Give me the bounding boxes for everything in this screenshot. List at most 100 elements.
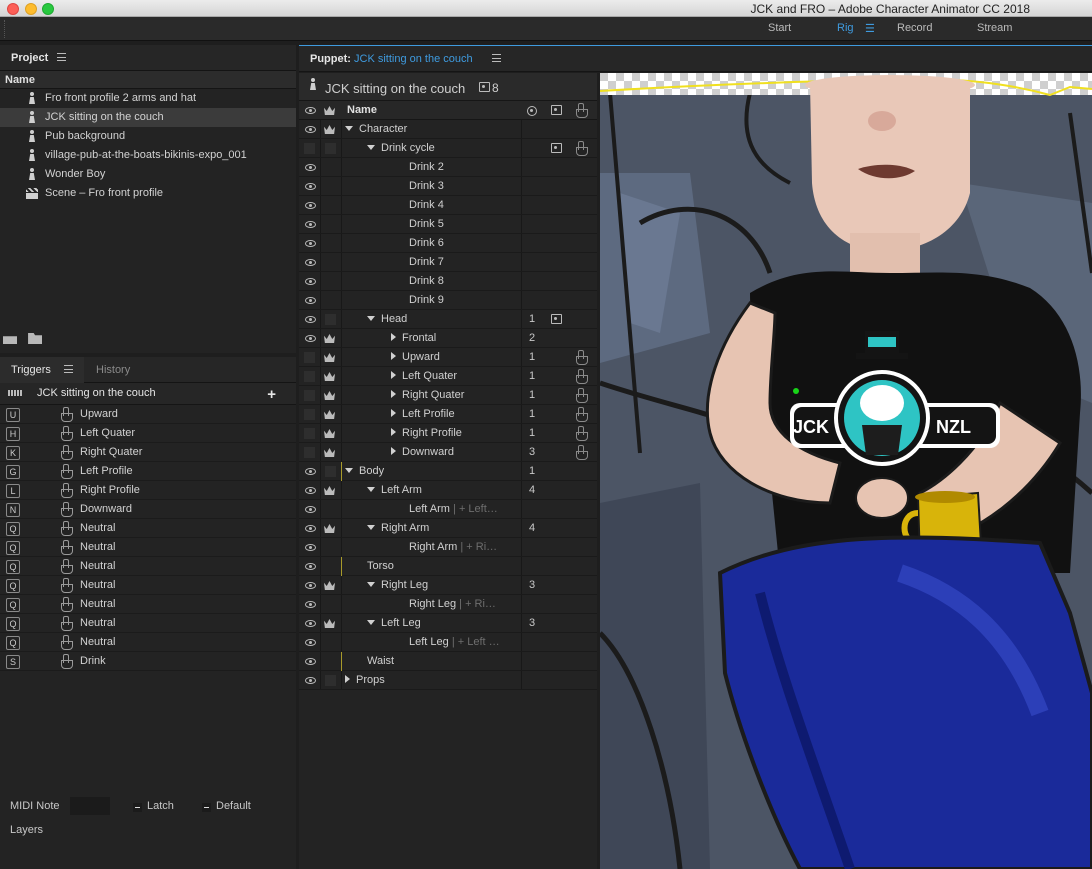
project-item[interactable]: Pub background (0, 127, 296, 146)
layer-row[interactable]: Drink 5 (299, 215, 597, 234)
eye-icon[interactable] (305, 240, 316, 247)
visibility-toggle[interactable] (304, 447, 315, 458)
visibility-toggle[interactable] (304, 143, 315, 154)
name-column-header[interactable]: Name (347, 104, 377, 116)
collapse-arrow-icon[interactable] (367, 316, 375, 321)
puppet-panel-menu-icon[interactable] (492, 54, 501, 62)
latch-checkbox[interactable] (133, 803, 142, 812)
eye-icon[interactable] (305, 487, 316, 494)
layer-row[interactable]: Drink 8 (299, 272, 597, 291)
crown-icon[interactable] (324, 410, 335, 419)
workspace-rig[interactable]: Rig (837, 22, 854, 34)
expand-arrow-icon[interactable] (391, 447, 396, 455)
trigger-key[interactable]: Q (6, 541, 20, 555)
trigger-key[interactable]: Q (6, 636, 20, 650)
eye-column-icon[interactable] (305, 107, 316, 114)
collapse-arrow-icon[interactable] (367, 487, 375, 492)
visibility-toggle[interactable] (304, 352, 315, 363)
layer-row[interactable]: Drink cycle (299, 139, 597, 158)
midi-note-input[interactable] (70, 797, 110, 815)
layer-row[interactable]: Frontal 2 (299, 329, 597, 348)
layer-row[interactable]: Left Leg 3 (299, 614, 597, 633)
eye-icon[interactable] (305, 620, 316, 627)
expand-arrow-icon[interactable] (391, 333, 396, 341)
trigger-row[interactable]: Q Neutral (0, 519, 296, 538)
trigger-key[interactable]: Q (6, 579, 20, 593)
trigger-row[interactable]: Q Neutral (0, 595, 296, 614)
layer-row[interactable]: Right Leg 3 (299, 576, 597, 595)
layer-row[interactable]: Character (299, 120, 597, 139)
layer-row[interactable]: Left Arm 4 (299, 481, 597, 500)
layer-row[interactable]: Left Quater 1 (299, 367, 597, 386)
trigger-hand-icon[interactable] (575, 426, 588, 441)
eye-icon[interactable] (305, 202, 316, 209)
crown-icon[interactable] (324, 486, 335, 495)
layer-row[interactable]: Drink 2 (299, 158, 597, 177)
eye-icon[interactable] (305, 658, 316, 665)
eye-icon[interactable] (305, 468, 316, 475)
visibility-toggle[interactable] (304, 409, 315, 420)
new-folder-icon[interactable] (28, 333, 43, 344)
independence-toggle[interactable] (325, 314, 336, 325)
layer-row[interactable]: Downward 3 (299, 443, 597, 462)
eye-icon[interactable] (305, 278, 316, 285)
expand-arrow-icon[interactable] (391, 390, 396, 398)
collapse-arrow-icon[interactable] (345, 126, 353, 131)
workspace-start[interactable]: Start (768, 22, 791, 34)
collapse-arrow-icon[interactable] (367, 620, 375, 625)
project-item[interactable]: village-pub-at-the-boats-bikinis-expo_00… (0, 146, 296, 165)
camera-icon[interactable] (551, 143, 562, 153)
workspace-record[interactable]: Record (897, 22, 932, 34)
trigger-hand-icon[interactable] (575, 350, 588, 365)
camera-column-icon[interactable] (551, 105, 562, 115)
eye-icon[interactable] (305, 335, 316, 342)
trigger-hand-icon[interactable] (575, 388, 588, 403)
crown-icon[interactable] (324, 353, 335, 362)
layer-row[interactable]: Torso (299, 557, 597, 576)
project-item[interactable]: Scene – Fro front profile (0, 184, 296, 203)
toolbar-grip[interactable] (4, 20, 7, 38)
crown-icon[interactable] (324, 125, 335, 134)
crown-column-icon[interactable] (324, 106, 335, 115)
crown-icon[interactable] (324, 581, 335, 590)
trigger-key[interactable]: N (6, 503, 20, 517)
trigger-hand-icon[interactable] (575, 445, 588, 460)
crown-icon[interactable] (324, 334, 335, 343)
independence-toggle[interactable] (325, 143, 336, 154)
layer-row[interactable]: Left Leg | + Left … (299, 633, 597, 652)
layer-row[interactable]: Drink 9 (299, 291, 597, 310)
eye-icon[interactable] (305, 126, 316, 133)
layer-row[interactable]: Right Profile 1 (299, 424, 597, 443)
record-column-icon[interactable] (527, 106, 537, 116)
trigger-key[interactable]: Q (6, 617, 20, 631)
eye-icon[interactable] (305, 506, 316, 513)
eye-icon[interactable] (305, 164, 316, 171)
layer-row[interactable]: Drink 4 (299, 196, 597, 215)
layer-row[interactable]: Right Arm | + Ri… (299, 538, 597, 557)
tab-history[interactable]: History (96, 364, 130, 376)
expand-arrow-icon[interactable] (391, 371, 396, 379)
eye-icon[interactable] (305, 259, 316, 266)
add-trigger-icon[interactable]: + (267, 386, 276, 403)
trigger-key[interactable]: H (6, 427, 20, 441)
trigger-row[interactable]: H Left Quater (0, 424, 296, 443)
puppet-canvas[interactable]: JCK NZL (600, 73, 1092, 869)
collapse-arrow-icon[interactable] (345, 468, 353, 473)
layer-row[interactable]: Drink 3 (299, 177, 597, 196)
layer-row[interactable]: Left Profile 1 (299, 405, 597, 424)
trigger-row[interactable]: N Downward (0, 500, 296, 519)
expand-arrow-icon[interactable] (391, 409, 396, 417)
eye-icon[interactable] (305, 316, 316, 323)
layer-row[interactable]: Upward 1 (299, 348, 597, 367)
project-item[interactable]: Wonder Boy (0, 165, 296, 184)
visibility-toggle[interactable] (304, 371, 315, 382)
trigger-column-icon[interactable] (575, 103, 588, 118)
visibility-toggle[interactable] (304, 390, 315, 401)
anchor-handle[interactable] (793, 388, 799, 394)
crown-icon[interactable] (324, 429, 335, 438)
trigger-row[interactable]: S Drink (0, 652, 296, 671)
trigger-key[interactable]: Q (6, 560, 20, 574)
layer-row[interactable]: Body 1 (299, 462, 597, 481)
expand-arrow-icon[interactable] (345, 675, 350, 683)
crown-icon[interactable] (324, 524, 335, 533)
